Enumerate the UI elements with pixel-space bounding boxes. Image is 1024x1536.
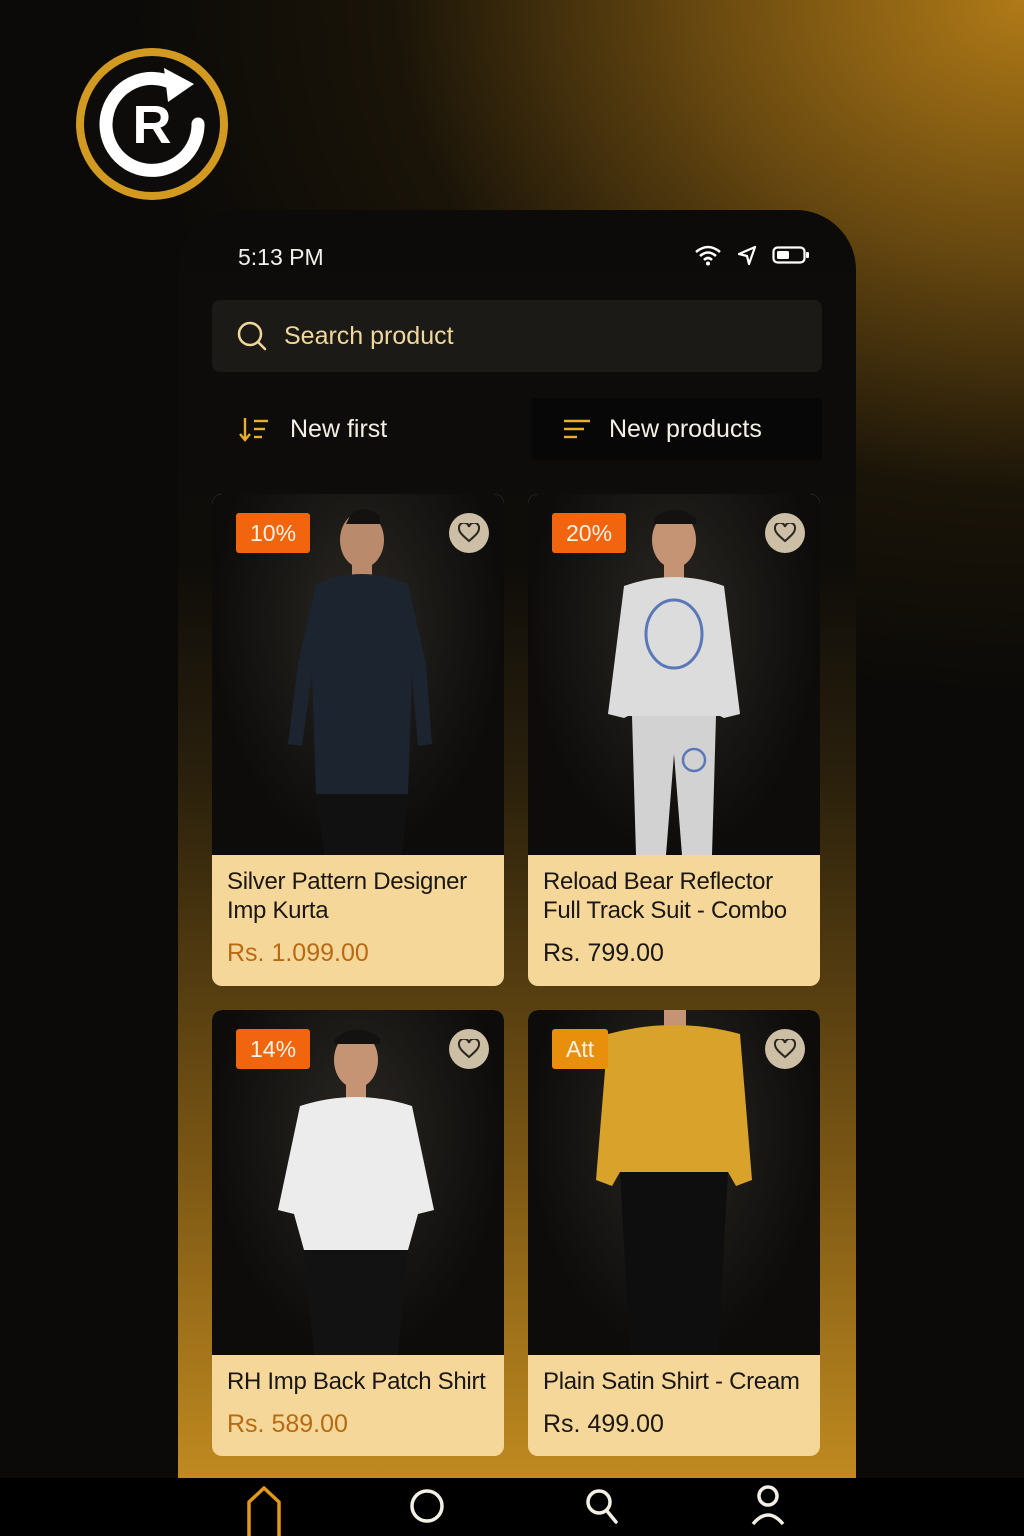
status-time: 5:13 PM (238, 244, 324, 270)
discount-badge: 20% (552, 513, 627, 553)
product-price: Rs. 1.099.00 (227, 939, 369, 967)
product-name: RH Imp Back Patch Shirt (227, 1368, 486, 1395)
location-arrow-icon (737, 245, 757, 266)
bottom-nav (0, 1478, 1024, 1536)
heart-icon (458, 1039, 480, 1059)
product-name: Reload Bear Reflector Full Track Suit - … (543, 868, 787, 924)
favorite-button[interactable] (765, 1029, 805, 1069)
product-price: Rs. 799.00 (543, 939, 664, 967)
wifi-icon (695, 245, 721, 266)
circle-icon[interactable] (408, 1484, 446, 1536)
filter-label: New products (609, 414, 762, 443)
search-input[interactable] (282, 320, 766, 352)
search-icon[interactable] (582, 1484, 622, 1536)
discount-badge: 14% (236, 1029, 311, 1069)
product-image: 10% (212, 494, 504, 855)
heart-icon (774, 523, 796, 543)
brand-logo: R (76, 48, 228, 200)
product-name: Silver Pattern Designer Imp Kurta (227, 868, 467, 924)
discount-badge: 10% (236, 513, 311, 553)
product-card[interactable]: 10% Silver Pattern Designer Imp Kurta Rs… (212, 494, 504, 986)
profile-icon[interactable] (750, 1484, 786, 1536)
product-card[interactable]: 20% Reload Bear Reflector Full Track Sui… (528, 494, 820, 986)
product-image: 20% (528, 494, 820, 855)
product-card[interactable]: 14% RH Imp Back Patch Shirt Rs. 589.00 (212, 1010, 504, 1456)
heart-icon (458, 523, 480, 543)
product-price: Rs. 589.00 (227, 1410, 348, 1438)
status-bar: 5:13 PM (178, 210, 856, 300)
heart-icon (774, 1039, 796, 1059)
sort-descending-icon (239, 418, 268, 442)
product-card[interactable]: Att Plain Satin Shirt - Cream Rs. 499.00 (528, 1010, 820, 1456)
home-icon[interactable] (246, 1484, 282, 1536)
sort-label: New first (290, 414, 388, 443)
product-name: Plain Satin Shirt - Cream (543, 1368, 800, 1395)
phone-screen: 5:13 PM Search product New first New pro… (178, 210, 856, 1478)
battery-icon (772, 246, 809, 264)
discount-badge: Att (552, 1029, 609, 1069)
search-bar[interactable] (212, 300, 822, 372)
brand-refresh-r-icon: R (99, 68, 205, 177)
svg-text:R: R (133, 95, 172, 155)
filter-lines-icon (564, 419, 590, 439)
favorite-button[interactable] (449, 1029, 489, 1069)
favorite-button[interactable] (449, 513, 489, 553)
product-image: Att (528, 1010, 820, 1355)
filter-button[interactable]: New products (531, 398, 822, 460)
sort-button[interactable]: New first (238, 398, 387, 460)
favorite-button[interactable] (765, 513, 805, 553)
search-icon (237, 321, 267, 351)
product-price: Rs. 499.00 (543, 1410, 664, 1438)
product-image: 14% (212, 1010, 504, 1355)
